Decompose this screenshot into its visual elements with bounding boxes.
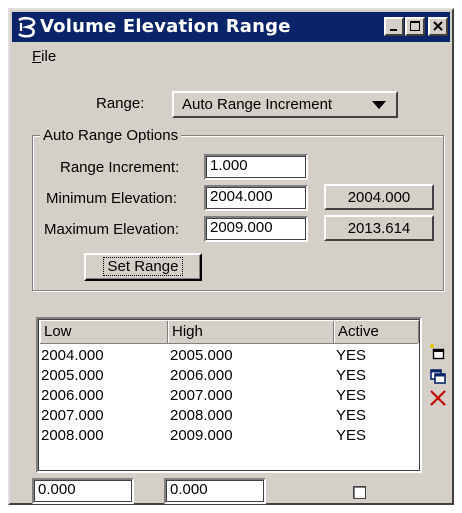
- set-range-button[interactable]: Set Range: [84, 253, 202, 281]
- cell-low: 2008.000: [41, 427, 104, 444]
- cell-low: 2004.000: [41, 347, 104, 364]
- table-row[interactable]: 2006.000 2007.000 YES: [40, 386, 418, 406]
- low-value-input[interactable]: 0.000: [32, 478, 134, 504]
- delete-row-icon[interactable]: [428, 388, 448, 408]
- menu-bar: File: [12, 46, 450, 68]
- window-title: Volume Elevation Range: [40, 16, 291, 37]
- column-header-low[interactable]: Low: [40, 321, 168, 343]
- minimum-elevation-button[interactable]: 2004.000: [324, 184, 434, 210]
- cell-active: YES: [336, 427, 367, 444]
- column-header-high[interactable]: High: [168, 321, 334, 343]
- minimize-button[interactable]: [384, 17, 404, 36]
- menu-file-mnemonic: F: [32, 48, 42, 65]
- add-row-icon[interactable]: [428, 342, 448, 362]
- table-row[interactable]: 2005.000 2006.000 YES: [40, 366, 418, 386]
- cell-low: 2005.000: [41, 367, 104, 384]
- minimize-icon: [390, 29, 397, 31]
- maximum-elevation-button[interactable]: 2013.614: [324, 215, 434, 241]
- cell-active: YES: [336, 367, 367, 384]
- table-row[interactable]: 2007.000 2008.000 YES: [40, 406, 418, 426]
- cell-low: 2006.000: [41, 387, 104, 404]
- cell-high: 2007.000: [170, 387, 233, 404]
- table-header: Low High Active: [40, 321, 419, 344]
- copy-row-icon[interactable]: [428, 366, 448, 386]
- maximum-elevation-label: Maximum Elevation:: [44, 221, 180, 238]
- auto-range-options-title: Auto Range Options: [40, 127, 182, 144]
- range-dropdown-value: Auto Range Increment: [182, 96, 333, 113]
- close-button[interactable]: [428, 17, 448, 36]
- maximum-elevation-input[interactable]: 2009.000: [204, 216, 308, 242]
- app-logo-icon: [18, 16, 36, 38]
- cell-active: YES: [336, 347, 367, 364]
- cell-high: 2008.000: [170, 407, 233, 424]
- table-row[interactable]: 2004.000 2005.000 YES: [40, 346, 418, 366]
- range-table[interactable]: Low High Active 2004.000 2005.000 YES 20…: [36, 317, 422, 473]
- set-range-label: Set Range: [102, 257, 184, 276]
- cell-low: 2007.000: [41, 407, 104, 424]
- cell-active: YES: [336, 387, 367, 404]
- cell-high: 2006.000: [170, 367, 233, 384]
- range-label: Range:: [96, 95, 145, 112]
- minimum-elevation-label: Minimum Elevation:: [46, 190, 177, 207]
- range-increment-input[interactable]: 1.000: [204, 154, 308, 180]
- range-increment-label: Range Increment:: [60, 159, 180, 176]
- menu-file[interactable]: File: [32, 48, 56, 65]
- table-row[interactable]: 2008.000 2009.000 YES: [40, 426, 418, 446]
- cell-high: 2005.000: [170, 347, 233, 364]
- volume-elevation-range-window: Volume Elevation Range File Range: Auto …: [8, 8, 454, 505]
- title-bar[interactable]: Volume Elevation Range: [12, 12, 450, 42]
- dropdown-arrow-icon: [372, 101, 386, 109]
- maximize-button[interactable]: [405, 17, 425, 36]
- column-header-active[interactable]: Active: [334, 321, 419, 343]
- close-icon: [433, 21, 443, 31]
- maximize-icon: [410, 21, 420, 31]
- active-checkbox[interactable]: [353, 486, 366, 499]
- menu-file-label: ile: [41, 48, 57, 65]
- minimum-elevation-input[interactable]: 2004.000: [204, 185, 308, 211]
- high-value-input[interactable]: 0.000: [164, 478, 266, 504]
- range-dropdown[interactable]: Auto Range Increment: [172, 91, 398, 118]
- cell-active: YES: [336, 407, 367, 424]
- cell-high: 2009.000: [170, 427, 233, 444]
